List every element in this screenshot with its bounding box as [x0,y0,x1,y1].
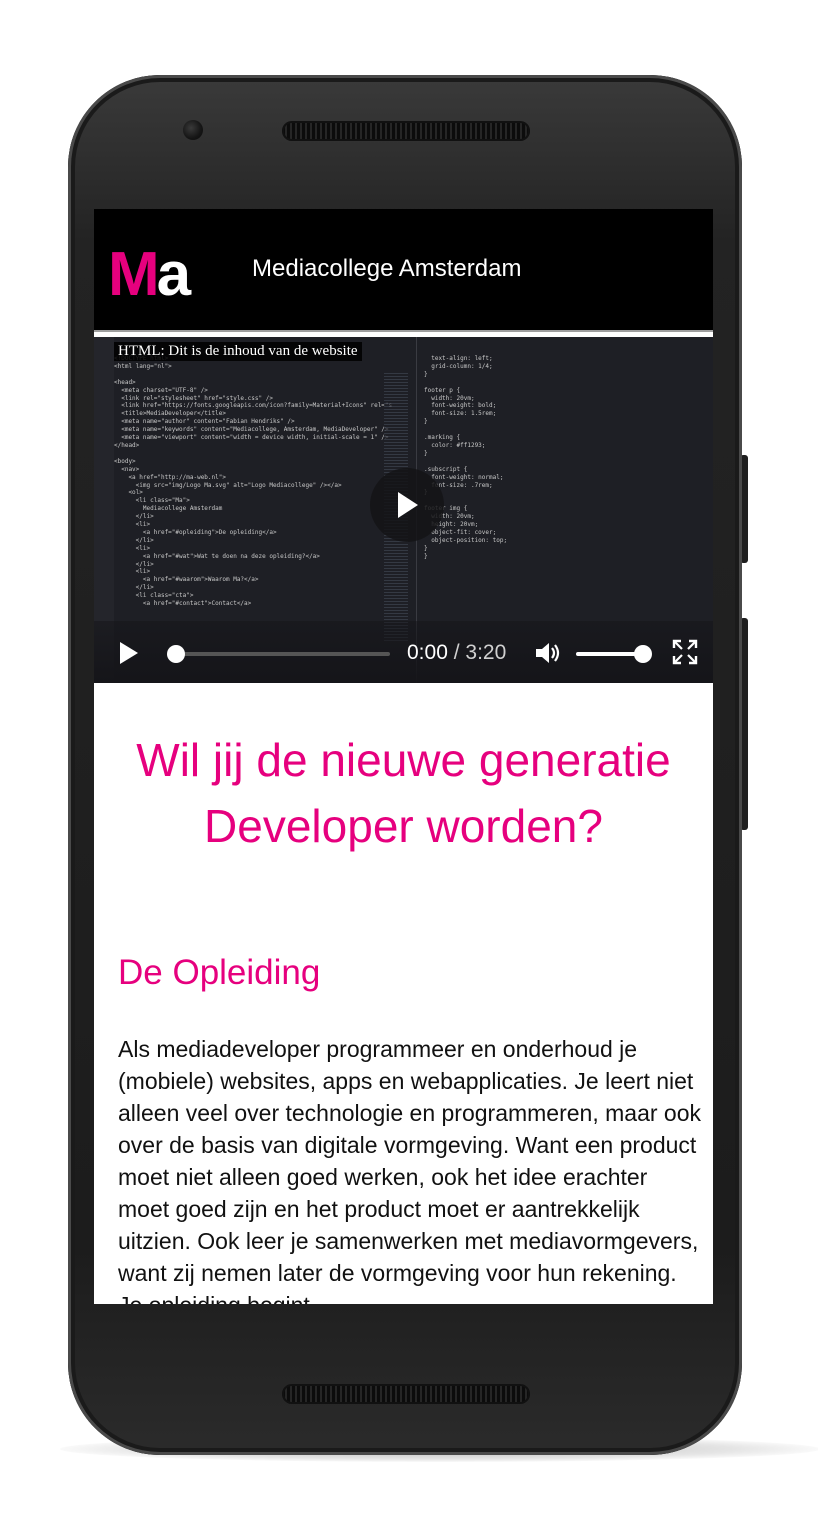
video-play-overlay-button[interactable] [370,468,444,542]
video-current-time: 0:00 [407,641,448,664]
video-time-separator: / [453,641,460,664]
video-frame-code-css: text-align: left; grid-column: 1/4; } fo… [424,355,508,560]
video-title: HTML: Dit is de inhoud van de website [114,342,362,361]
site-logo[interactable]: Ma [108,244,191,306]
phone-screen: Ma Mediacollege Amsterdam <!DOCTYPE html… [94,209,713,1304]
fullscreen-icon[interactable] [672,639,698,665]
play-icon [398,492,418,518]
bottom-speaker-grille [282,1384,530,1404]
site-header: Ma Mediacollege Amsterdam [94,209,713,332]
page-headline: Wil jij de nieuwe generatie Developer wo… [136,734,671,852]
front-camera [183,120,203,140]
volume-slider-handle[interactable] [634,645,652,663]
top-speaker-grille [282,121,530,141]
video-duration: 3:20 [465,641,507,664]
video-time-display: 0:00 / 3:20 [407,641,506,665]
site-title: Mediacollege Amsterdam [252,255,522,282]
video-controls: 0:00 / 3:20 [94,621,713,683]
video-progress-bar[interactable] [176,652,390,656]
video-progress-handle[interactable] [167,645,185,663]
logo-letter-m: M [108,240,160,309]
volume-icon[interactable] [534,640,562,666]
video-player[interactable]: <!DOCTYPE html> <html lang="nl"> <head> … [94,337,713,683]
video-frame-code-html: <!DOCTYPE html> <html lang="nl"> <head> … [114,355,393,608]
opleiding-paragraph: Als mediadeveloper programmeer en onderh… [118,1036,701,1304]
section-title-opleiding: De Opleiding [118,953,321,992]
logo-letter-a: a [156,240,192,309]
play-icon[interactable] [118,641,140,665]
